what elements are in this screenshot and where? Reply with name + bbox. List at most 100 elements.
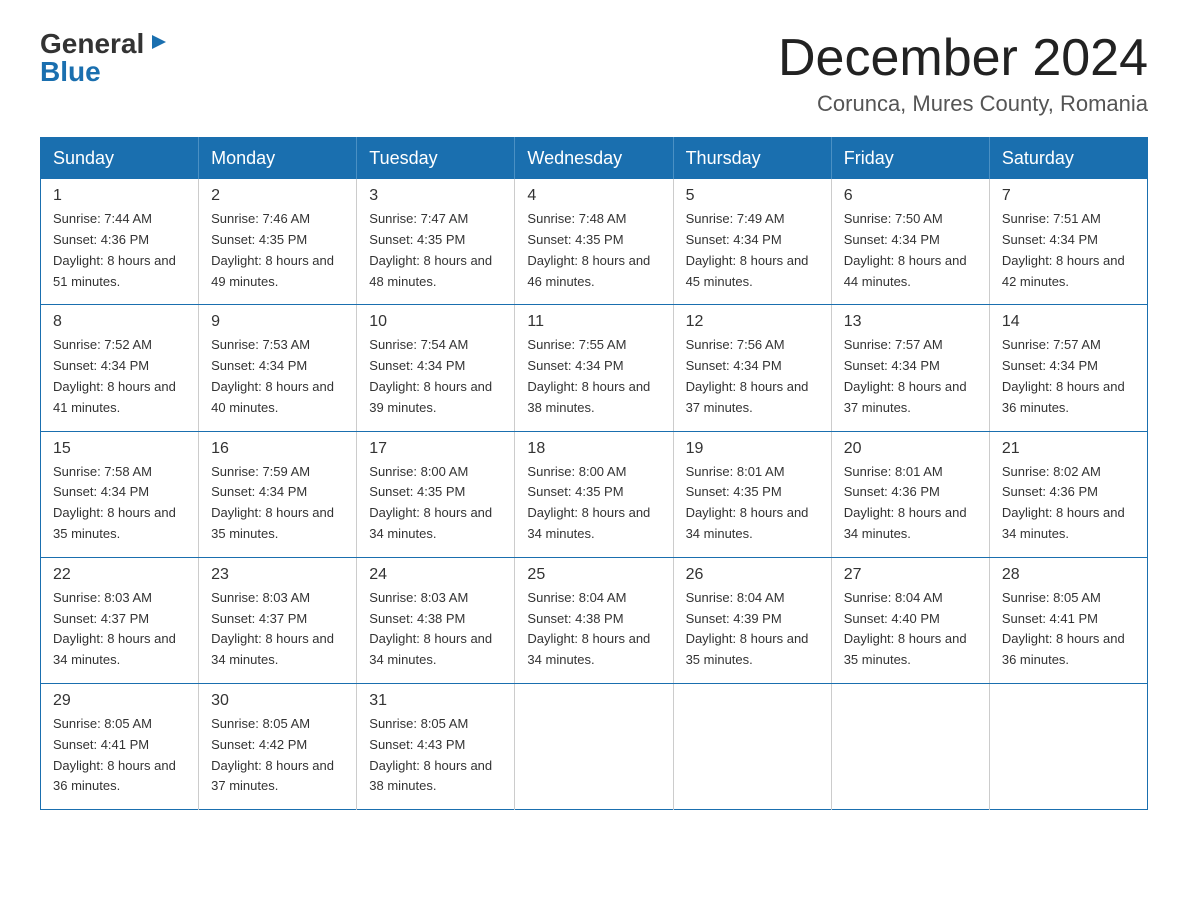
calendar-table: SundayMondayTuesdayWednesdayThursdayFrid… [40, 137, 1148, 810]
calendar-cell: 5 Sunrise: 7:49 AMSunset: 4:34 PMDayligh… [673, 179, 831, 305]
day-info: Sunrise: 8:03 AMSunset: 4:37 PMDaylight:… [211, 590, 334, 667]
calendar-title: December 2024 [778, 30, 1148, 87]
calendar-cell [989, 683, 1147, 809]
calendar-cell: 21 Sunrise: 8:02 AMSunset: 4:36 PMDaylig… [989, 431, 1147, 557]
calendar-cell: 28 Sunrise: 8:05 AMSunset: 4:41 PMDaylig… [989, 557, 1147, 683]
calendar-cell: 8 Sunrise: 7:52 AMSunset: 4:34 PMDayligh… [41, 305, 199, 431]
day-info: Sunrise: 7:53 AMSunset: 4:34 PMDaylight:… [211, 337, 334, 414]
day-info: Sunrise: 7:59 AMSunset: 4:34 PMDaylight:… [211, 464, 334, 541]
day-number: 6 [844, 187, 977, 205]
day-info: Sunrise: 8:03 AMSunset: 4:38 PMDaylight:… [369, 590, 492, 667]
day-number: 16 [211, 440, 344, 458]
day-info: Sunrise: 7:52 AMSunset: 4:34 PMDaylight:… [53, 337, 176, 414]
calendar-week-row: 8 Sunrise: 7:52 AMSunset: 4:34 PMDayligh… [41, 305, 1148, 431]
calendar-cell: 3 Sunrise: 7:47 AMSunset: 4:35 PMDayligh… [357, 179, 515, 305]
day-number: 5 [686, 187, 819, 205]
day-info: Sunrise: 7:51 AMSunset: 4:34 PMDaylight:… [1002, 211, 1125, 288]
logo-arrow-icon [148, 31, 170, 53]
logo-blue-text: Blue [40, 58, 101, 86]
calendar-cell: 19 Sunrise: 8:01 AMSunset: 4:35 PMDaylig… [673, 431, 831, 557]
calendar-cell: 11 Sunrise: 7:55 AMSunset: 4:34 PMDaylig… [515, 305, 673, 431]
day-number: 4 [527, 187, 660, 205]
calendar-cell: 12 Sunrise: 7:56 AMSunset: 4:34 PMDaylig… [673, 305, 831, 431]
day-number: 29 [53, 692, 186, 710]
page-header: General Blue December 2024 Corunca, Mure… [40, 30, 1148, 117]
calendar-cell: 2 Sunrise: 7:46 AMSunset: 4:35 PMDayligh… [199, 179, 357, 305]
calendar-cell: 31 Sunrise: 8:05 AMSunset: 4:43 PMDaylig… [357, 683, 515, 809]
day-info: Sunrise: 8:04 AMSunset: 4:38 PMDaylight:… [527, 590, 650, 667]
calendar-week-row: 1 Sunrise: 7:44 AMSunset: 4:36 PMDayligh… [41, 179, 1148, 305]
logo-general-text: General [40, 30, 144, 58]
day-number: 30 [211, 692, 344, 710]
day-number: 22 [53, 566, 186, 584]
day-info: Sunrise: 7:54 AMSunset: 4:34 PMDaylight:… [369, 337, 492, 414]
day-info: Sunrise: 8:05 AMSunset: 4:43 PMDaylight:… [369, 716, 492, 793]
day-number: 28 [1002, 566, 1135, 584]
day-info: Sunrise: 7:56 AMSunset: 4:34 PMDaylight:… [686, 337, 809, 414]
header-monday: Monday [199, 138, 357, 180]
calendar-header-row: SundayMondayTuesdayWednesdayThursdayFrid… [41, 138, 1148, 180]
day-number: 13 [844, 313, 977, 331]
day-number: 10 [369, 313, 502, 331]
day-info: Sunrise: 8:01 AMSunset: 4:36 PMDaylight:… [844, 464, 967, 541]
day-info: Sunrise: 7:47 AMSunset: 4:35 PMDaylight:… [369, 211, 492, 288]
calendar-cell: 24 Sunrise: 8:03 AMSunset: 4:38 PMDaylig… [357, 557, 515, 683]
header-friday: Friday [831, 138, 989, 180]
day-number: 9 [211, 313, 344, 331]
day-number: 19 [686, 440, 819, 458]
day-info: Sunrise: 7:57 AMSunset: 4:34 PMDaylight:… [1002, 337, 1125, 414]
calendar-cell: 13 Sunrise: 7:57 AMSunset: 4:34 PMDaylig… [831, 305, 989, 431]
calendar-cell: 10 Sunrise: 7:54 AMSunset: 4:34 PMDaylig… [357, 305, 515, 431]
day-number: 8 [53, 313, 186, 331]
day-number: 11 [527, 313, 660, 331]
day-number: 27 [844, 566, 977, 584]
calendar-cell: 27 Sunrise: 8:04 AMSunset: 4:40 PMDaylig… [831, 557, 989, 683]
header-sunday: Sunday [41, 138, 199, 180]
header-wednesday: Wednesday [515, 138, 673, 180]
day-number: 12 [686, 313, 819, 331]
day-info: Sunrise: 7:55 AMSunset: 4:34 PMDaylight:… [527, 337, 650, 414]
day-number: 3 [369, 187, 502, 205]
calendar-cell: 4 Sunrise: 7:48 AMSunset: 4:35 PMDayligh… [515, 179, 673, 305]
calendar-cell [831, 683, 989, 809]
calendar-week-row: 22 Sunrise: 8:03 AMSunset: 4:37 PMDaylig… [41, 557, 1148, 683]
calendar-week-row: 15 Sunrise: 7:58 AMSunset: 4:34 PMDaylig… [41, 431, 1148, 557]
logo: General Blue [40, 30, 170, 86]
title-section: December 2024 Corunca, Mures County, Rom… [778, 30, 1148, 117]
day-number: 20 [844, 440, 977, 458]
calendar-cell [515, 683, 673, 809]
day-info: Sunrise: 7:46 AMSunset: 4:35 PMDaylight:… [211, 211, 334, 288]
day-number: 7 [1002, 187, 1135, 205]
day-number: 26 [686, 566, 819, 584]
day-info: Sunrise: 7:57 AMSunset: 4:34 PMDaylight:… [844, 337, 967, 414]
calendar-cell: 20 Sunrise: 8:01 AMSunset: 4:36 PMDaylig… [831, 431, 989, 557]
day-info: Sunrise: 7:50 AMSunset: 4:34 PMDaylight:… [844, 211, 967, 288]
day-info: Sunrise: 8:02 AMSunset: 4:36 PMDaylight:… [1002, 464, 1125, 541]
calendar-cell: 14 Sunrise: 7:57 AMSunset: 4:34 PMDaylig… [989, 305, 1147, 431]
day-number: 18 [527, 440, 660, 458]
day-number: 15 [53, 440, 186, 458]
header-tuesday: Tuesday [357, 138, 515, 180]
calendar-cell: 1 Sunrise: 7:44 AMSunset: 4:36 PMDayligh… [41, 179, 199, 305]
calendar-cell: 25 Sunrise: 8:04 AMSunset: 4:38 PMDaylig… [515, 557, 673, 683]
day-info: Sunrise: 8:05 AMSunset: 4:42 PMDaylight:… [211, 716, 334, 793]
day-info: Sunrise: 8:05 AMSunset: 4:41 PMDaylight:… [53, 716, 176, 793]
day-info: Sunrise: 7:44 AMSunset: 4:36 PMDaylight:… [53, 211, 176, 288]
day-number: 25 [527, 566, 660, 584]
day-info: Sunrise: 8:01 AMSunset: 4:35 PMDaylight:… [686, 464, 809, 541]
day-info: Sunrise: 7:58 AMSunset: 4:34 PMDaylight:… [53, 464, 176, 541]
day-number: 2 [211, 187, 344, 205]
day-info: Sunrise: 7:49 AMSunset: 4:34 PMDaylight:… [686, 211, 809, 288]
day-number: 23 [211, 566, 344, 584]
day-number: 24 [369, 566, 502, 584]
calendar-subtitle: Corunca, Mures County, Romania [778, 91, 1148, 117]
day-info: Sunrise: 8:00 AMSunset: 4:35 PMDaylight:… [369, 464, 492, 541]
calendar-cell: 17 Sunrise: 8:00 AMSunset: 4:35 PMDaylig… [357, 431, 515, 557]
calendar-cell: 29 Sunrise: 8:05 AMSunset: 4:41 PMDaylig… [41, 683, 199, 809]
header-saturday: Saturday [989, 138, 1147, 180]
calendar-cell: 9 Sunrise: 7:53 AMSunset: 4:34 PMDayligh… [199, 305, 357, 431]
day-info: Sunrise: 8:04 AMSunset: 4:40 PMDaylight:… [844, 590, 967, 667]
calendar-cell: 22 Sunrise: 8:03 AMSunset: 4:37 PMDaylig… [41, 557, 199, 683]
day-info: Sunrise: 8:05 AMSunset: 4:41 PMDaylight:… [1002, 590, 1125, 667]
day-number: 21 [1002, 440, 1135, 458]
